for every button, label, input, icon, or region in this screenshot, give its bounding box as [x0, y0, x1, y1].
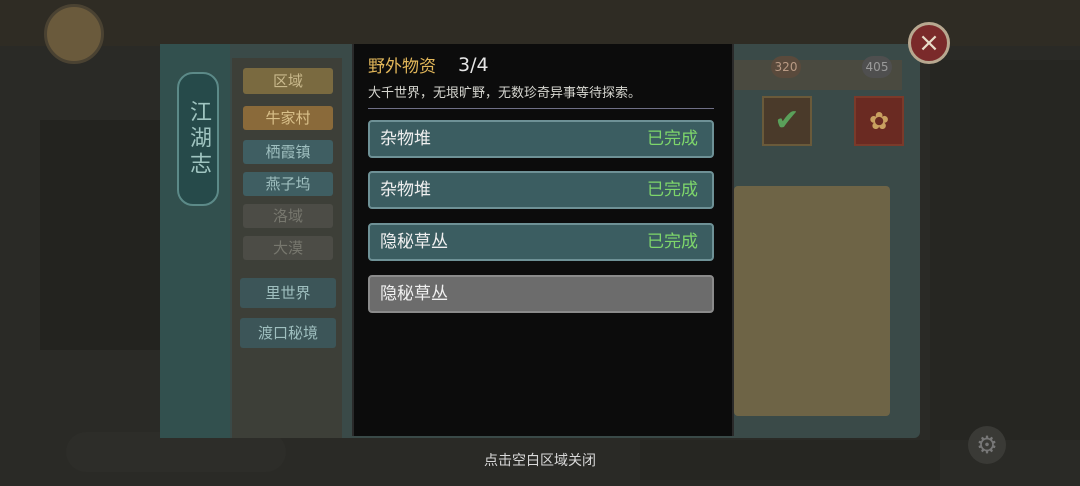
supply-item-status: 已完成 — [647, 232, 698, 252]
modal-description: 大千世界，无垠旷野，无数珍奇异事等待探索。 — [368, 86, 642, 101]
supply-item-name: 隐秘草丛 — [380, 232, 448, 252]
supply-item-name: 杂物堆 — [380, 180, 431, 200]
checkmark-icon: ✔ — [774, 103, 800, 138]
supply-item-name: 杂物堆 — [380, 129, 431, 149]
right-menu-strip — [930, 60, 1080, 440]
field-supplies-modal: 野外物资 3/4 大千世界，无垠旷野，无数珍奇异事等待探索。 杂物堆 已完成 杂… — [352, 44, 734, 436]
supply-item[interactable]: 杂物堆 已完成 — [368, 120, 714, 158]
flower-emblem-icon: ✿ — [868, 107, 890, 135]
reward-chest: ✿ — [854, 96, 904, 146]
milestone-badge-320: 320 — [771, 56, 801, 78]
journal-title: 江湖志 — [177, 72, 219, 206]
region-button-niujiacun: 牛家村 — [243, 106, 333, 130]
region-button-damo: 大漠 — [243, 236, 333, 260]
progress-count: 3/4 — [458, 54, 489, 76]
milestone-badge-405: 405 — [862, 56, 892, 78]
region-button-yanziwu: 燕子坞 — [243, 172, 333, 196]
supply-item-name: 隐秘草丛 — [380, 284, 448, 304]
close-button[interactable]: × — [908, 22, 950, 64]
supply-item[interactable]: 杂物堆 已完成 — [368, 171, 714, 209]
inner-world-button: 里世界 — [240, 278, 336, 308]
supply-item-status: 已完成 — [647, 129, 698, 149]
region-button-luoyu: 洛域 — [243, 204, 333, 228]
claimed-reward-chest: ✔ — [762, 96, 812, 146]
ferry-secret-button: 渡口秘境 — [240, 318, 336, 348]
quest-log-panel — [40, 120, 160, 350]
region-button-qixiazhen: 栖霞镇 — [243, 140, 333, 164]
player-avatar — [44, 4, 104, 64]
supply-item-status: 已完成 — [647, 180, 698, 200]
supply-item[interactable]: 隐秘草丛 已完成 — [368, 223, 714, 261]
close-hint: 点击空白区域关闭 — [484, 453, 596, 469]
supply-item[interactable]: 隐秘草丛 — [368, 275, 714, 313]
modal-title: 野外物资 — [368, 57, 436, 77]
region-map — [734, 186, 890, 416]
divider — [368, 108, 714, 109]
region-label: 区域 — [243, 68, 333, 94]
